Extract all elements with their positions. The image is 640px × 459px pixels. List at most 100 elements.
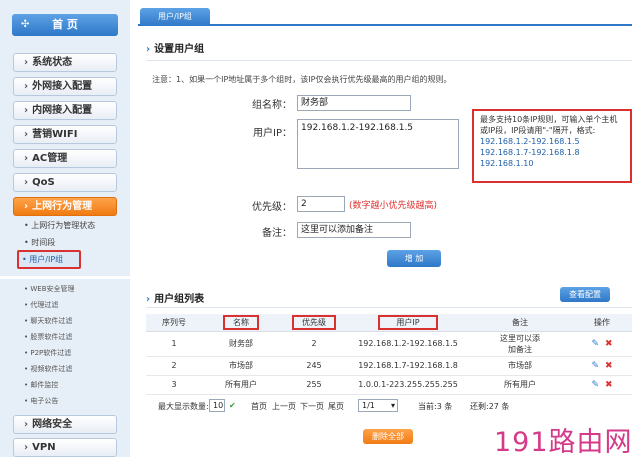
- chevron-right-icon: ›: [24, 153, 29, 164]
- sidebar-sub-video-filter[interactable]: • 视频软件过滤: [24, 364, 72, 374]
- col-header-label: 名称: [223, 314, 259, 330]
- sidebar-sub-behavior-status[interactable]: • 上网行为管理状态: [24, 220, 95, 231]
- hint-example: 192.168.1.2-192.168.1.5: [480, 137, 580, 146]
- last-page-link[interactable]: 尾页: [328, 401, 344, 412]
- view-config-button[interactable]: 查看配置: [560, 287, 610, 302]
- delete-x-icon[interactable]: ✖: [605, 339, 613, 349]
- col-header-remark: 备注: [468, 314, 572, 332]
- delete-all-button[interactable]: 删除全部: [363, 429, 413, 444]
- cell-name: 财务部: [202, 331, 280, 357]
- col-header-name: 名称: [202, 314, 280, 332]
- sub-item-label: 代理过滤: [30, 301, 59, 309]
- sidebar-item-qos[interactable]: › QoS: [13, 173, 117, 192]
- tab-user-ip-group[interactable]: 用户/IP组: [140, 8, 210, 26]
- hint-text: 最多支持10条IP规则，可输入单个主机或IP段，IP段请用"-"隔开，格式:: [480, 115, 618, 135]
- sidebar-sub-user-ip-group[interactable]: • 用户/IP组: [22, 254, 63, 265]
- user-ip-textarea[interactable]: 192.168.1.2-192.168.1.5: [297, 119, 459, 169]
- next-page-link[interactable]: 下一页: [300, 401, 324, 412]
- sidebar: ✣ 首 页 › 系统状态 › 外网接入配置 › 内网接入配置 › 营销WIFI › AC管…: [0, 0, 130, 457]
- cell-id: 2: [146, 356, 202, 376]
- sub-item-label: 电子公告: [30, 397, 59, 405]
- confirm-check-icon[interactable]: ✔: [229, 401, 236, 410]
- sidebar-item-label: 网络安全: [32, 419, 73, 430]
- home-button[interactable]: ✣ 首 页: [12, 14, 118, 36]
- edit-pencil-icon[interactable]: ✎: [591, 361, 599, 371]
- form-section-title: › 设置用户组: [146, 40, 204, 55]
- sidebar-item-vpn[interactable]: › VPN: [13, 438, 117, 457]
- cell-priority: 255: [280, 375, 348, 395]
- cell-actions: ✎ ✖: [572, 356, 632, 376]
- cell-name: 所有用户: [202, 375, 280, 395]
- sidebar-item-wan-config[interactable]: › 外网接入配置: [13, 77, 117, 96]
- chevron-right-icon: ›: [24, 105, 29, 116]
- divider: [146, 60, 632, 61]
- edit-pencil-icon[interactable]: ✎: [591, 339, 599, 349]
- current-count: 当前:3 条: [418, 402, 453, 411]
- chevron-right-icon: ›: [24, 57, 29, 68]
- col-header-priority: 优先级: [280, 314, 348, 332]
- cell-id: 3: [146, 375, 202, 395]
- chevron-right-icon: ›: [24, 177, 29, 188]
- first-page-link[interactable]: 首页: [251, 401, 267, 412]
- sidebar-sub-stock-filter[interactable]: • 股票软件过滤: [24, 332, 72, 342]
- arrow-right-icon: ›: [146, 44, 151, 55]
- sidebar-item-ac-management[interactable]: › AC管理: [13, 149, 117, 168]
- sub-item-label: 股票软件过滤: [30, 333, 73, 341]
- sidebar-item-marketing-wifi[interactable]: › 营销WIFI: [13, 125, 117, 144]
- cell-actions: ✎ ✖: [572, 331, 632, 357]
- table-row: 1 财务部 2 192.168.1.2-192.168.1.5 这里可以添 加备注…: [146, 331, 632, 357]
- page-select[interactable]: 1/1 ▾: [358, 399, 398, 412]
- prev-page-link[interactable]: 上一页: [272, 401, 296, 412]
- section-title-text: 设置用户组: [154, 44, 205, 55]
- priority-input[interactable]: 2: [297, 196, 345, 212]
- sidebar-item-label: 营销WIFI: [32, 129, 78, 140]
- sidebar-sub-mail-monitor[interactable]: • 邮件监控: [24, 380, 58, 390]
- sidebar-item-lan-config[interactable]: › 内网接入配置: [13, 101, 117, 120]
- list-section-title: › 用户组列表: [146, 290, 204, 305]
- cell-priority: 2: [280, 331, 348, 357]
- remark-line: 加备注: [508, 344, 532, 354]
- sidebar-sub-bulletin[interactable]: • 电子公告: [24, 396, 58, 406]
- page-select-value: 1/1: [362, 401, 375, 410]
- sidebar-item-system-status[interactable]: › 系统状态: [13, 53, 117, 72]
- max-display-label: 最大显示数量:: [158, 402, 209, 411]
- dropdown-arrow-icon: ▾: [390, 401, 395, 410]
- table-header-row: 序列号 名称 优先级 用户IP 备注 操作: [146, 314, 632, 332]
- sidebar-item-label: 系统状态: [32, 57, 73, 68]
- cell-remark: 所有用户: [468, 375, 572, 395]
- chevron-right-icon: ›: [24, 201, 29, 212]
- section-title-text: 用户组列表: [154, 294, 205, 305]
- table-row: 2 市场部 245 192.168.1.7-192.168.1.8 市场部 ✎ ✖: [146, 356, 632, 376]
- cell-remark: 这里可以添 加备注: [468, 331, 572, 357]
- edit-pencil-icon[interactable]: ✎: [591, 380, 599, 390]
- arrow-right-icon: ›: [146, 294, 151, 305]
- add-button[interactable]: 增 加: [387, 250, 441, 267]
- sub-item-label: P2P软件过滤: [30, 349, 72, 357]
- group-name-input[interactable]: 财务部: [297, 95, 411, 111]
- delete-x-icon[interactable]: ✖: [605, 361, 613, 371]
- delete-x-icon[interactable]: ✖: [605, 380, 613, 390]
- hint-example: 192.168.1.7-192.168.1.8: [480, 148, 580, 157]
- sidebar-item-network-security[interactable]: › 网络安全: [13, 415, 117, 434]
- sidebar-sub-p2p-filter[interactable]: • P2P软件过滤: [24, 348, 71, 358]
- cell-actions: ✎ ✖: [572, 375, 632, 395]
- sidebar-item-label: VPN: [32, 442, 56, 453]
- group-name-label: 组名称：: [252, 100, 292, 111]
- sidebar-item-label: 上网行为管理: [32, 201, 93, 212]
- sidebar-item-label: 内网接入配置: [32, 105, 93, 116]
- col-header-label: 用户IP: [378, 314, 438, 330]
- cell-ip: 192.168.1.2-192.168.1.5: [348, 331, 468, 357]
- sidebar-sub-web-security[interactable]: • WEB安全管理: [24, 284, 75, 294]
- col-header-label: 优先级: [292, 314, 336, 330]
- user-ip-label: 用户IP：: [253, 128, 292, 139]
- home-label: 首 页: [52, 18, 78, 31]
- max-display-input[interactable]: 10: [209, 399, 225, 412]
- chevron-right-icon: ›: [24, 81, 29, 92]
- col-header-id: 序列号: [146, 314, 202, 332]
- sidebar-sub-proxy-filter[interactable]: • 代理过滤: [24, 300, 58, 310]
- sidebar-item-behavior-management[interactable]: › 上网行为管理: [13, 197, 117, 216]
- sidebar-sub-time-period[interactable]: • 时间段: [24, 237, 55, 248]
- remark-input[interactable]: 这里可以添加备注: [297, 222, 411, 238]
- sidebar-sub-chat-filter[interactable]: • 聊天软件过滤: [24, 316, 72, 326]
- cell-name: 市场部: [202, 356, 280, 376]
